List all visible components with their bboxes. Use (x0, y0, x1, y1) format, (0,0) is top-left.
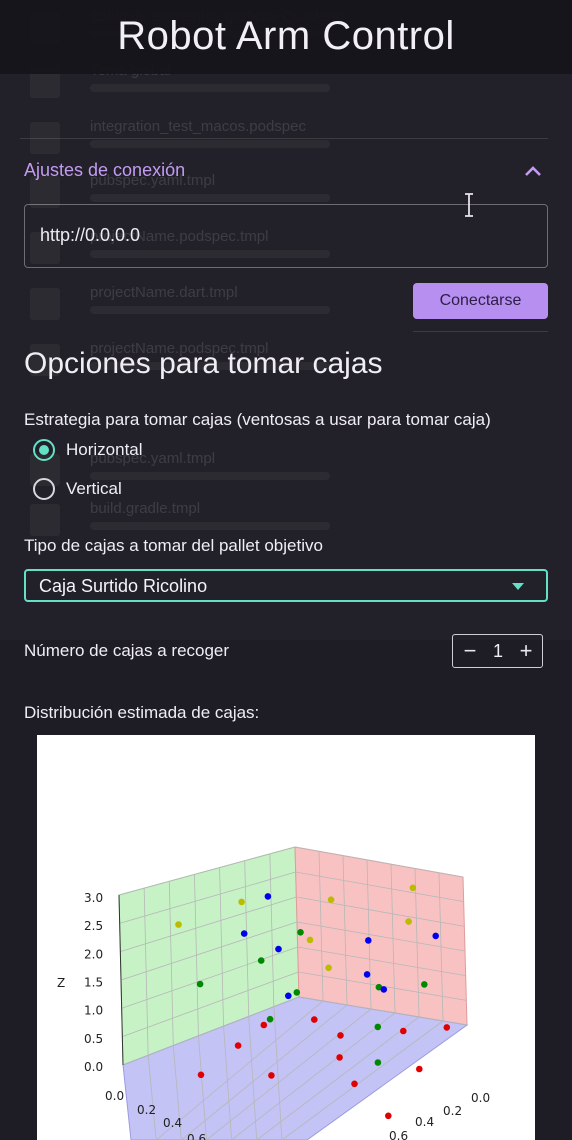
scatter-point (311, 1016, 318, 1023)
scatter-point (257, 957, 265, 964)
box-type-select[interactable]: Caja Surtido Ricolino (24, 569, 548, 602)
scatter-point (197, 1071, 205, 1079)
scatter-point (380, 986, 388, 993)
scatter-point (297, 929, 304, 936)
box-count-stepper[interactable]: − 1 + (452, 634, 543, 668)
increment-button[interactable]: + (515, 640, 537, 662)
x-tick-label: 0.6 (187, 1132, 206, 1140)
z-tick-label: 3.0 (84, 891, 103, 905)
text-cursor-icon (465, 193, 473, 217)
y-tick-label: 0.4 (415, 1115, 434, 1129)
scatter-point (400, 1027, 407, 1035)
server-url-value: http://0.0.0.0 (40, 225, 141, 245)
scatter-point (327, 896, 335, 903)
radio-vertical-label: Vertical (66, 479, 122, 498)
scatter-point (260, 1021, 268, 1029)
scatter-point (416, 1065, 423, 1073)
scatter-point (405, 918, 412, 925)
scatter-point (351, 1080, 358, 1088)
background-list-title: integration_test_macos.podspec (90, 118, 306, 135)
scatter-point (409, 884, 417, 892)
background-list-title: build.gradle.tmpl (90, 500, 201, 517)
distribution-label: Distribución estimada de cajas: (24, 703, 260, 722)
scatter-point (306, 936, 314, 944)
box-type-label: Tipo de cajas a tomar del pallet objetiv… (24, 536, 323, 555)
scatter-point (285, 992, 292, 1000)
scatter-point (443, 1024, 451, 1031)
options-title: Opciones para tomar cajas (24, 347, 383, 380)
z-tick-label: 0.0 (84, 1060, 103, 1074)
radio-vertical-circle[interactable] (33, 478, 55, 500)
y-tick-label: 0.6 (389, 1129, 408, 1140)
background-list-subtitle (90, 140, 330, 148)
z-tick-label: 1.0 (84, 1004, 103, 1018)
background-list-item: build.gradle.tmpl (30, 500, 530, 540)
strategy-label: Estrategia para tomar cajas (ventosas a … (24, 410, 491, 429)
scatter-point (234, 1042, 242, 1049)
scatter-point (385, 1112, 392, 1120)
z-tick-label: 1.5 (84, 976, 103, 990)
radio-horizontal-circle[interactable] (33, 439, 55, 461)
scatter-point (264, 893, 272, 900)
scatter-point (374, 1023, 382, 1031)
scatter-point (238, 898, 245, 906)
scatter-point (293, 989, 301, 996)
chevron-up-icon[interactable] (522, 160, 544, 182)
background-list-title: projectName.dart.tmpl (90, 284, 238, 301)
y-tick-label: 0.0 (471, 1091, 490, 1105)
z-tick-label: 0.5 (84, 1032, 103, 1046)
box-type-selected: Caja Surtido Ricolino (39, 576, 208, 596)
radio-vertical[interactable]: Vertical (33, 477, 122, 501)
x-tick-label: 0.2 (137, 1103, 156, 1117)
scatter-point (337, 1032, 344, 1039)
background-list-subtitle (90, 522, 330, 530)
distribution-plot: 0.0 0.5 1.0 1.5 2.0 2.5 3.0 Z 0.0 0.2 0.4 0.6 0.0 0.2… (37, 735, 535, 1140)
x-tick-label: 0.0 (105, 1089, 124, 1103)
right-pane (294, 846, 468, 1026)
file-icon (30, 288, 60, 320)
scatter-point (268, 1072, 275, 1079)
scatter-point (421, 981, 428, 988)
scatter-point (365, 937, 372, 944)
scatter-point (374, 1059, 382, 1066)
scatter-point (432, 932, 440, 940)
scatter-point (266, 1015, 274, 1023)
scatter-point (240, 930, 248, 937)
background-list-subtitle (90, 472, 330, 480)
app-title: Robot Arm Control (117, 14, 455, 58)
scatter-point (275, 945, 282, 953)
connection-section-header[interactable]: Ajustes de conexión (24, 160, 185, 181)
decrement-button[interactable]: − (459, 640, 481, 662)
y-tick-label: 0.2 (443, 1104, 462, 1118)
file-icon (30, 504, 60, 536)
scatter-point (175, 921, 182, 928)
z-axis-label: Z (57, 976, 65, 990)
dropdown-arrow-icon (512, 583, 524, 590)
scatter-3d-chart: 0.0 0.5 1.0 1.5 2.0 2.5 3.0 Z 0.0 0.2 0.4 0.6 0.0 0.2… (57, 846, 490, 1140)
background-list-subtitle (90, 306, 330, 314)
scatter-point (336, 1054, 343, 1061)
radio-horizontal-label: Horizontal (66, 440, 143, 459)
box-count-label: Número de cajas a recoger (24, 641, 230, 660)
z-tick-label: 2.5 (84, 919, 103, 933)
connect-button[interactable]: Conectarse (413, 283, 548, 319)
divider-top (20, 138, 548, 139)
background-list-subtitle (90, 84, 330, 92)
app-bar: Robot Arm Control (0, 0, 572, 74)
background-list-subtitle (90, 194, 330, 202)
x-tick-label: 0.4 (163, 1116, 182, 1130)
box-count-value: 1 (492, 641, 503, 661)
divider-connection (413, 331, 548, 332)
radio-horizontal[interactable]: Horizontal (33, 438, 143, 462)
scatter-point (325, 964, 332, 972)
scatter-point (363, 971, 371, 978)
z-tick-label: 2.0 (84, 947, 103, 961)
scatter-point (196, 980, 204, 988)
